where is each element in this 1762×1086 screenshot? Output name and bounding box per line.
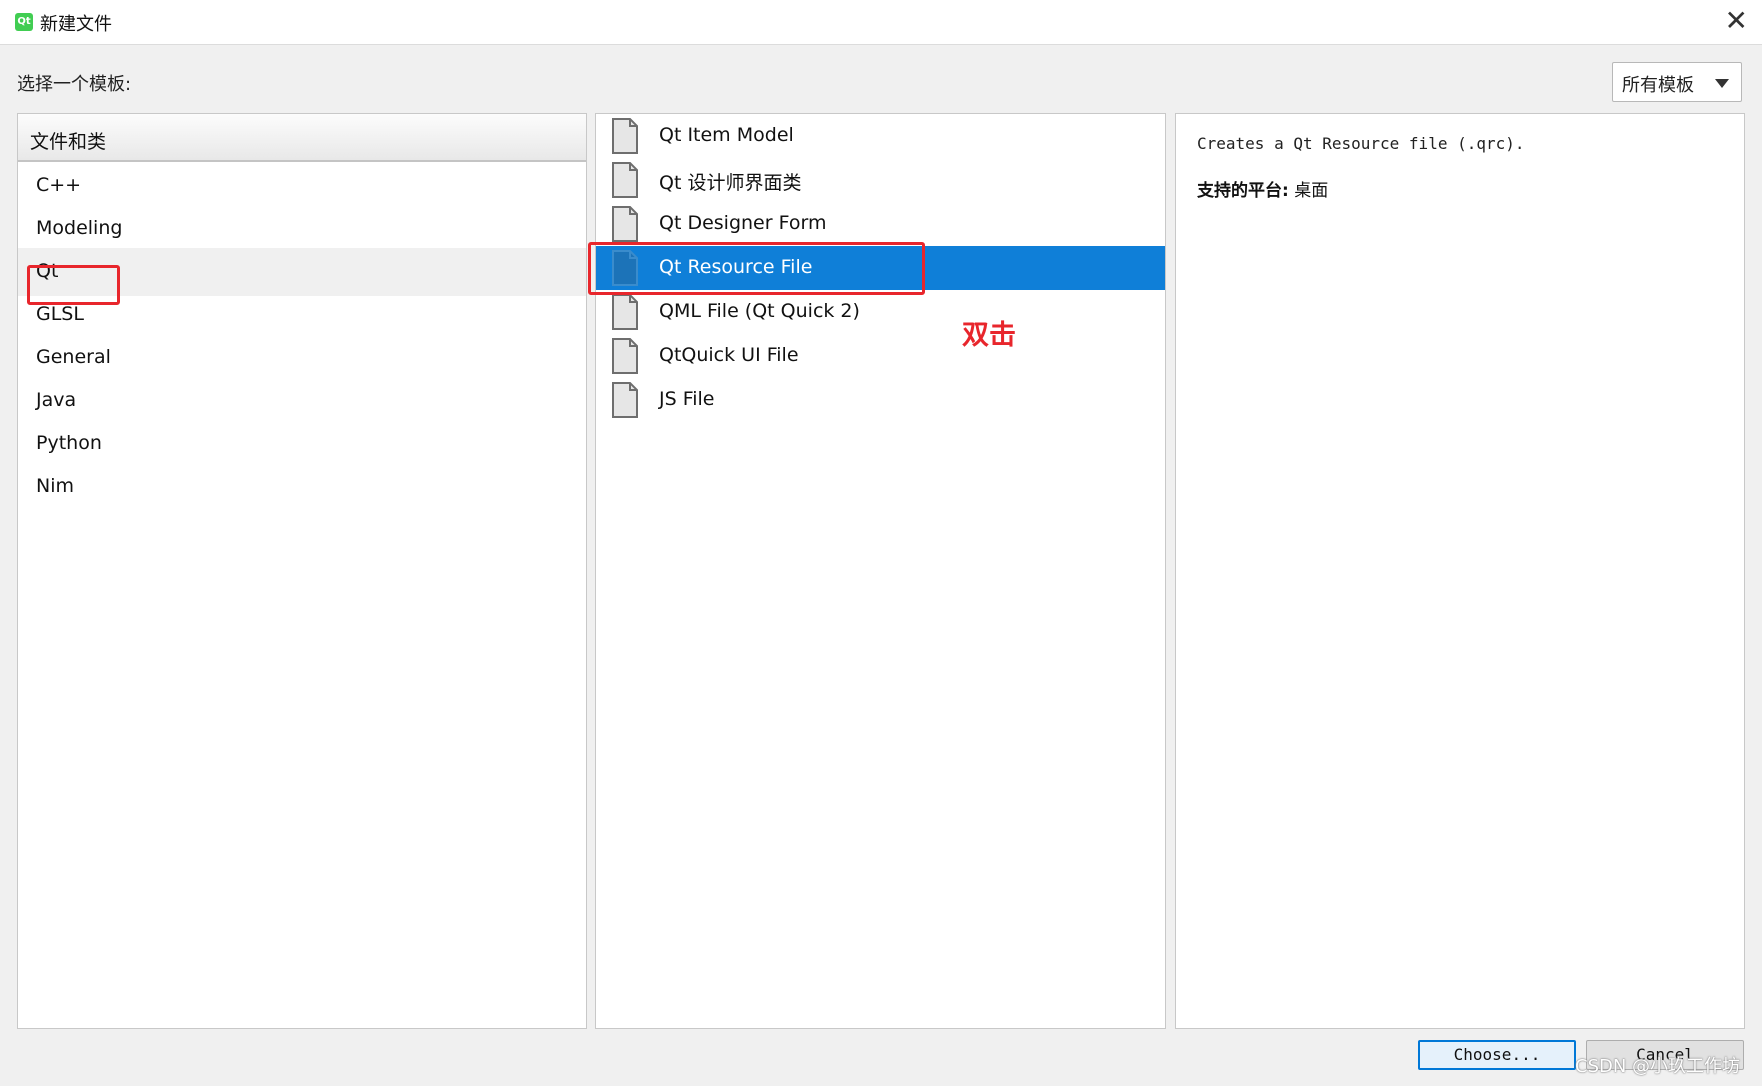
category-item-modeling[interactable]: Modeling (18, 205, 586, 253)
template-item-qt-designer-class[interactable]: Qt 设计师界面类 (596, 158, 1165, 202)
template-item-qtquick-ui-file[interactable]: QtQuick UI File (596, 334, 1165, 378)
template-description: Creates a Qt Resource file (.qrc). (1197, 134, 1525, 153)
category-item-label: GLSL (36, 303, 84, 325)
category-item-label: C++ (36, 174, 82, 196)
document-icon (612, 118, 638, 154)
document-icon (612, 206, 638, 242)
document-icon (612, 338, 638, 374)
template-filter-select[interactable]: 所有模板 (1612, 62, 1742, 102)
platform-label: 支持的平台: (1197, 181, 1289, 201)
choose-button[interactable]: Choose... (1418, 1040, 1576, 1070)
watermark: CSDN @小玖工作坊 (1575, 1056, 1741, 1077)
template-item-label: Qt 设计师界面类 (659, 172, 802, 194)
template-item-label: QtQuick UI File (659, 344, 799, 366)
title-bar: Qt 新建文件 ✕ (0, 0, 1762, 45)
category-group-label: 文件和类 (30, 131, 107, 153)
template-item-label: Qt Item Model (659, 124, 794, 146)
category-item-java[interactable]: Java (18, 377, 586, 425)
category-item-label: Java (36, 389, 77, 411)
platform-value: 桌面 (1294, 181, 1329, 201)
template-details-panel: Creates a Qt Resource file (.qrc). 支持的平台… (1175, 113, 1745, 1029)
template-item-qml-file[interactable]: QML File (Qt Quick 2) (596, 290, 1165, 334)
annotation-highlight-qt (27, 265, 120, 305)
category-item-label: Nim (36, 475, 74, 497)
category-item-label: General (36, 346, 111, 368)
category-group-header[interactable]: 文件和类 (18, 114, 586, 162)
category-item-nim[interactable]: Nim (18, 463, 586, 511)
template-item-label: Qt Designer Form (659, 212, 827, 234)
template-item-qt-item-model[interactable]: Qt Item Model (596, 114, 1165, 158)
document-icon (612, 294, 638, 330)
chevron-down-icon (1715, 79, 1729, 88)
annotation-highlight-resource-file (588, 242, 925, 295)
category-item-label: Modeling (36, 217, 123, 239)
category-item-general[interactable]: General (18, 334, 586, 382)
supported-platforms: 支持的平台: 桌面 (1197, 176, 1328, 201)
qt-logo-icon: Qt (15, 13, 33, 31)
annotation-double-click-text: 双击 (962, 320, 1016, 351)
category-item-python[interactable]: Python (18, 420, 586, 468)
category-item-label: Python (36, 432, 102, 454)
template-item-label: QML File (Qt Quick 2) (659, 300, 860, 322)
template-filter-value: 所有模板 (1622, 75, 1694, 96)
category-list: 文件和类 C++ Modeling Qt GLSL General Java P… (17, 113, 587, 1029)
category-item-cpp[interactable]: C++ (18, 162, 586, 210)
close-icon[interactable]: ✕ (1725, 6, 1748, 36)
document-icon (612, 382, 638, 418)
template-item-js-file[interactable]: JS File (596, 378, 1165, 422)
window-title: 新建文件 (40, 14, 112, 35)
document-icon (612, 162, 638, 198)
template-item-label: JS File (659, 388, 715, 410)
template-item-qt-designer-form[interactable]: Qt Designer Form (596, 202, 1165, 246)
template-prompt-label: 选择一个模板: (17, 74, 132, 95)
